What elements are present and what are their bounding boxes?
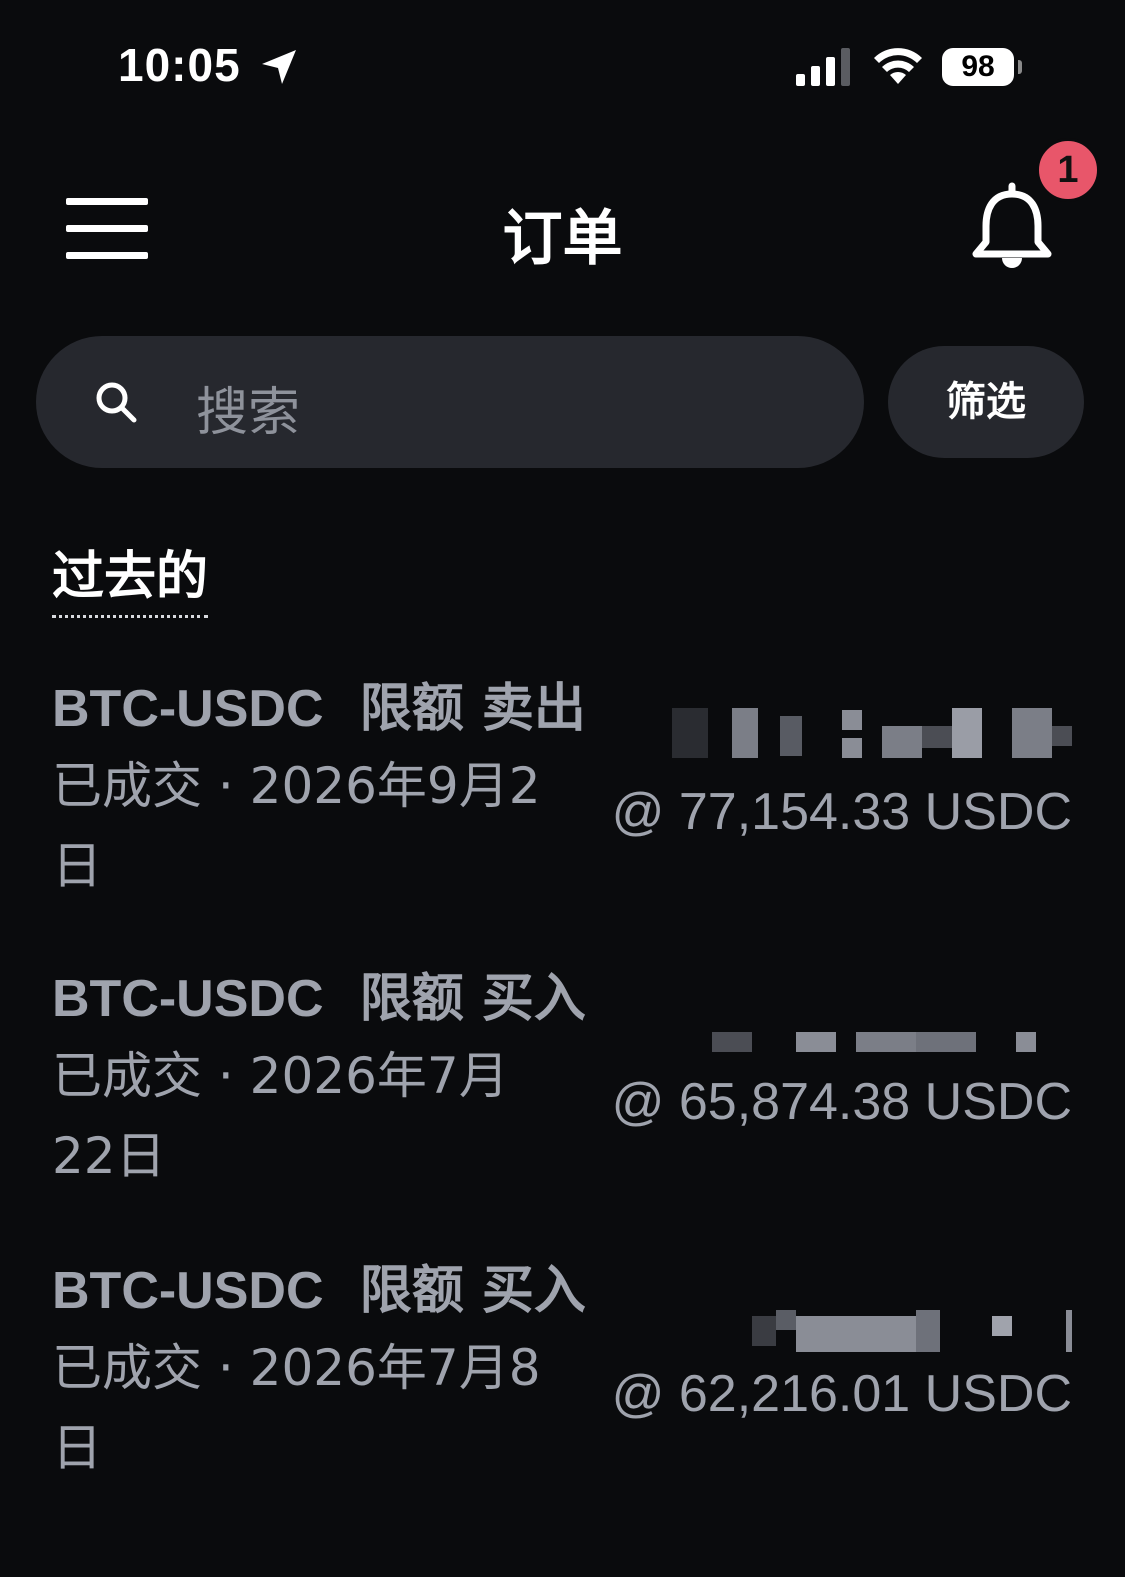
redacted-amount <box>752 1310 1072 1352</box>
section-title-past[interactable]: 过去的 <box>52 534 209 618</box>
bell-icon[interactable] <box>968 180 1056 272</box>
order-type: 限额 <box>359 969 464 1029</box>
order-type: 限额 <box>359 679 464 739</box>
status-bar: 10:05 98 <box>0 0 1125 140</box>
order-title: BTC-USDC 限额 买入 <box>52 1248 586 1323</box>
order-pair: BTC-USDC <box>52 680 324 738</box>
order-price: @ 62,216.01 USDC <box>611 1365 1072 1423</box>
search-input[interactable]: 搜索 <box>36 336 864 468</box>
order-item[interactable]: BTC-USDC 限额 卖出 已成交 · 2026年9月2日 @ 77,154.… <box>52 666 1072 896</box>
order-title: BTC-USDC 限额 买入 <box>52 956 586 1031</box>
notification-badge[interactable]: 1 <box>1036 138 1100 202</box>
battery-icon: 98 <box>942 48 1022 86</box>
cellular-signal-icon <box>796 48 850 86</box>
order-price: @ 65,874.38 USDC <box>611 1073 1072 1131</box>
location-arrow-icon <box>262 50 296 84</box>
order-side: 买入 <box>481 1261 586 1321</box>
order-status-date: 已成交 · 2026年7月22日 <box>52 1047 509 1185</box>
order-item[interactable]: BTC-USDC 限额 买入 已成交 · 2026年7月22日 @ 65,874… <box>52 956 1072 1186</box>
status-time: 10:05 <box>118 39 241 91</box>
order-side: 买入 <box>481 969 586 1029</box>
order-title: BTC-USDC 限额 卖出 <box>52 666 586 741</box>
order-side: 卖出 <box>481 679 586 739</box>
battery-level: 98 <box>942 48 1014 86</box>
search-placeholder: 搜索 <box>196 383 301 443</box>
order-item[interactable]: BTC-USDC 限额 买入 已成交 · 2026年7月8日 @ 62,216.… <box>52 1248 1072 1478</box>
order-price: @ 77,154.33 USDC <box>611 783 1072 841</box>
order-pair: BTC-USDC <box>52 1262 324 1320</box>
redacted-amount <box>712 1032 1042 1054</box>
page-title: 订单 <box>502 204 623 274</box>
wifi-icon <box>874 48 922 84</box>
order-type: 限额 <box>359 1261 464 1321</box>
filter-button[interactable]: 筛选 <box>888 346 1084 458</box>
order-status-date: 已成交 · 2026年9月2日 <box>52 757 541 895</box>
redacted-amount <box>652 708 1072 758</box>
order-status-date: 已成交 · 2026年7月8日 <box>52 1339 541 1477</box>
order-pair: BTC-USDC <box>52 970 324 1028</box>
search-icon <box>96 382 137 423</box>
